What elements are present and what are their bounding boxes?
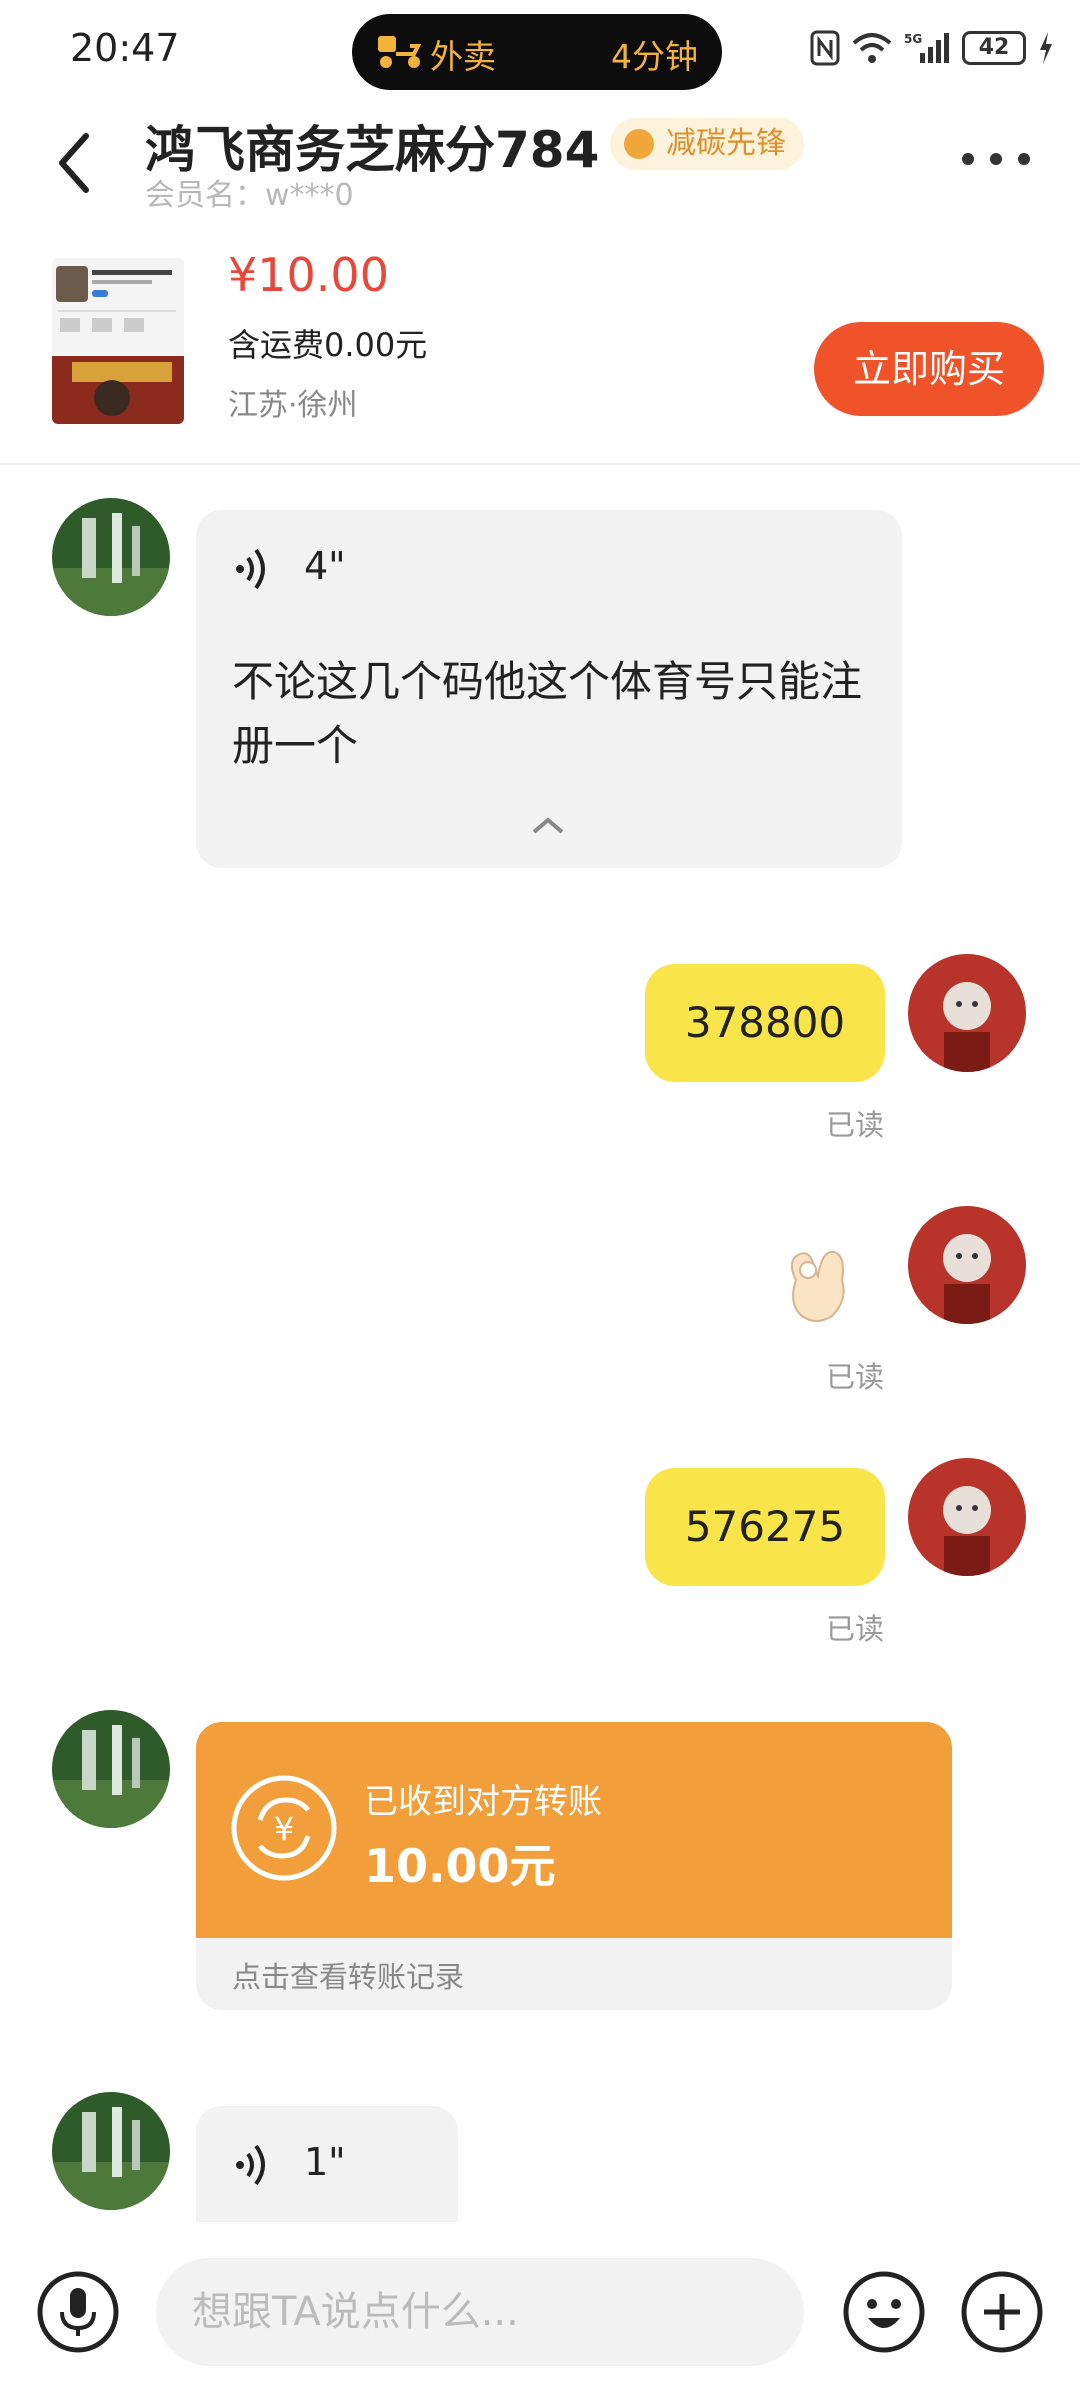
self-avatar[interactable] <box>908 954 1026 1072</box>
activity-label: 外卖 <box>430 37 496 76</box>
activity-eta: 4分钟 <box>611 37 698 76</box>
status-bar: 20:47 外卖 4分钟 5G 42 <box>0 0 1080 90</box>
leaf-icon <box>624 129 654 159</box>
product-price: ¥10.00 <box>228 248 389 302</box>
transfer-card[interactable]: ¥ 已收到对方转账 10.00元 点击查看转账记录 <box>196 1722 952 2010</box>
live-activity-pill[interactable]: 外卖 4分钟 <box>352 14 722 90</box>
input-bar: 想跟TA说点什么... <box>0 2222 1080 2400</box>
self-avatar[interactable] <box>908 1206 1026 1324</box>
carbon-badge[interactable]: 减碳先锋 <box>610 118 804 170</box>
charging-icon <box>1040 32 1052 64</box>
chat-header: 鸿飞商务芝麻分784 减碳先锋 会员名：w***0 ¥10.00 含运费0.00… <box>0 90 1080 465</box>
wifi-icon <box>852 33 892 63</box>
transfer-amount: 10.00元 <box>364 1839 556 1893</box>
shipping-fee: 含运费0.00元 <box>228 326 428 364</box>
signal-icon: 5G <box>904 32 949 63</box>
collapse-chevron-icon[interactable] <box>530 816 566 836</box>
status-time: 20:47 <box>70 26 180 70</box>
svg-text:5G: 5G <box>904 32 922 46</box>
yuan-coin-icon: ¥ <box>231 1775 337 1881</box>
self-avatar[interactable] <box>908 1458 1026 1576</box>
plus-icon[interactable] <box>960 2270 1044 2354</box>
seller-avatar[interactable] <box>52 1710 170 1828</box>
voice-transcript: 不论这几个码他这个体育号只能注册一个 <box>232 657 863 770</box>
svg-text:¥: ¥ <box>274 1810 294 1848</box>
badge-label: 减碳先锋 <box>666 126 786 161</box>
read-receipt: 已读 <box>826 1612 885 1646</box>
scooter-icon <box>378 36 422 68</box>
emoji-icon[interactable] <box>842 2270 926 2354</box>
message-input[interactable]: 想跟TA说点什么... <box>156 2258 804 2366</box>
voice-wave-icon <box>236 2144 265 2186</box>
message-bubble-self[interactable]: 378800 <box>645 964 885 1082</box>
seller-location: 江苏·徐州 <box>228 388 358 423</box>
ok-hand-emoji[interactable] <box>776 1240 856 1326</box>
back-arrow-icon[interactable] <box>50 128 100 198</box>
member-name: 会员名：w***0 <box>145 178 354 213</box>
mic-icon[interactable] <box>36 2270 120 2354</box>
more-icon[interactable] <box>956 144 1036 174</box>
read-receipt: 已读 <box>826 1108 885 1142</box>
seller-avatar[interactable] <box>52 2092 170 2210</box>
nfc-icon <box>810 30 840 66</box>
battery-icon: 42 <box>962 31 1026 65</box>
seller-avatar[interactable] <box>52 498 170 616</box>
product-thumbnail[interactable] <box>52 258 184 424</box>
voice-duration: 4" <box>304 544 346 588</box>
message-bubble-self[interactable]: 576275 <box>645 1468 885 1586</box>
buy-now-button[interactable]: 立即购买 <box>814 322 1044 416</box>
read-receipt: 已读 <box>826 1360 885 1394</box>
voice-duration: 1" <box>304 2140 346 2184</box>
voice-wave-icon <box>236 548 265 590</box>
voice-message-bubble[interactable]: 4" 不论这几个码他这个体育号只能注册一个 <box>196 510 902 868</box>
transfer-record-link[interactable]: 点击查看转账记录 <box>232 1954 464 1996</box>
transfer-title: 已收到对方转账 <box>364 1782 602 1822</box>
system-icons: 5G 42 <box>810 26 1054 70</box>
voice-message-bubble[interactable]: 1" <box>196 2106 458 2222</box>
